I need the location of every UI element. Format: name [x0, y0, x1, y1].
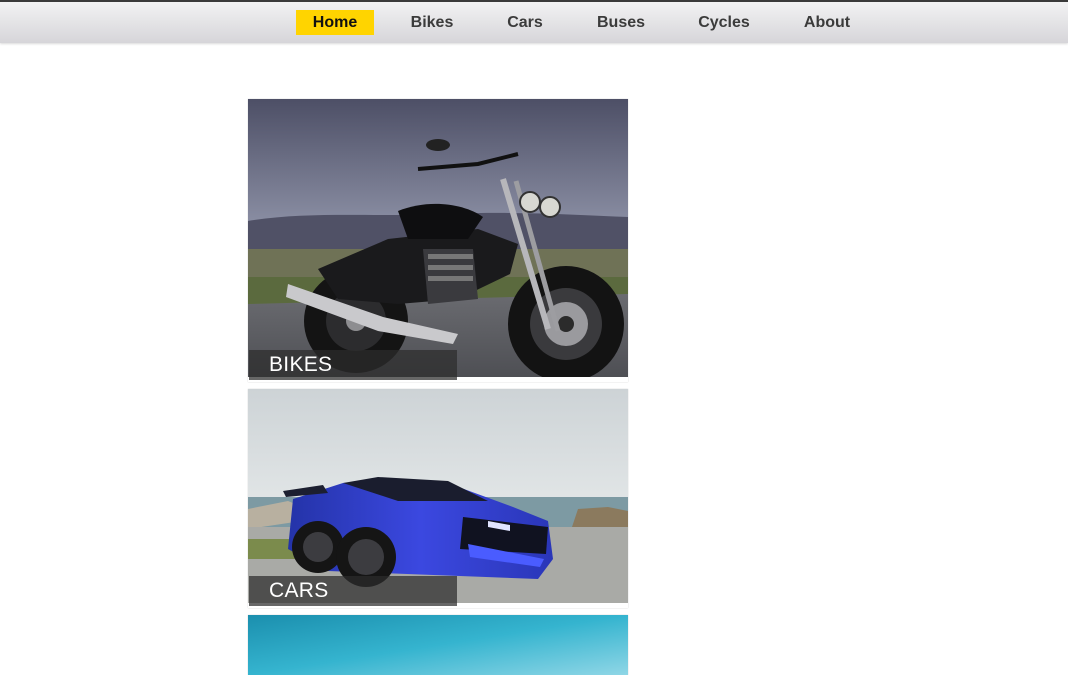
- sports-car-photo: [248, 389, 628, 603]
- top-navigation-bar: Home Bikes Cars Buses Cycles About: [0, 0, 1068, 43]
- bikes-card[interactable]: BIKES: [248, 99, 628, 382]
- motorcycle-photo: [248, 99, 628, 377]
- nav-about[interactable]: About: [794, 10, 860, 35]
- nav-cars[interactable]: Cars: [497, 10, 553, 35]
- nav-cycles[interactable]: Cycles: [688, 10, 760, 35]
- cars-caption: CARS: [249, 576, 457, 606]
- nav-home[interactable]: Home: [296, 10, 374, 35]
- cars-card[interactable]: CARS: [248, 389, 628, 608]
- nav-buses[interactable]: Buses: [585, 10, 657, 35]
- bikes-caption: BIKES: [249, 350, 457, 380]
- nav-bikes[interactable]: Bikes: [400, 10, 464, 35]
- sky-photo: [248, 615, 628, 675]
- third-card[interactable]: [248, 615, 628, 675]
